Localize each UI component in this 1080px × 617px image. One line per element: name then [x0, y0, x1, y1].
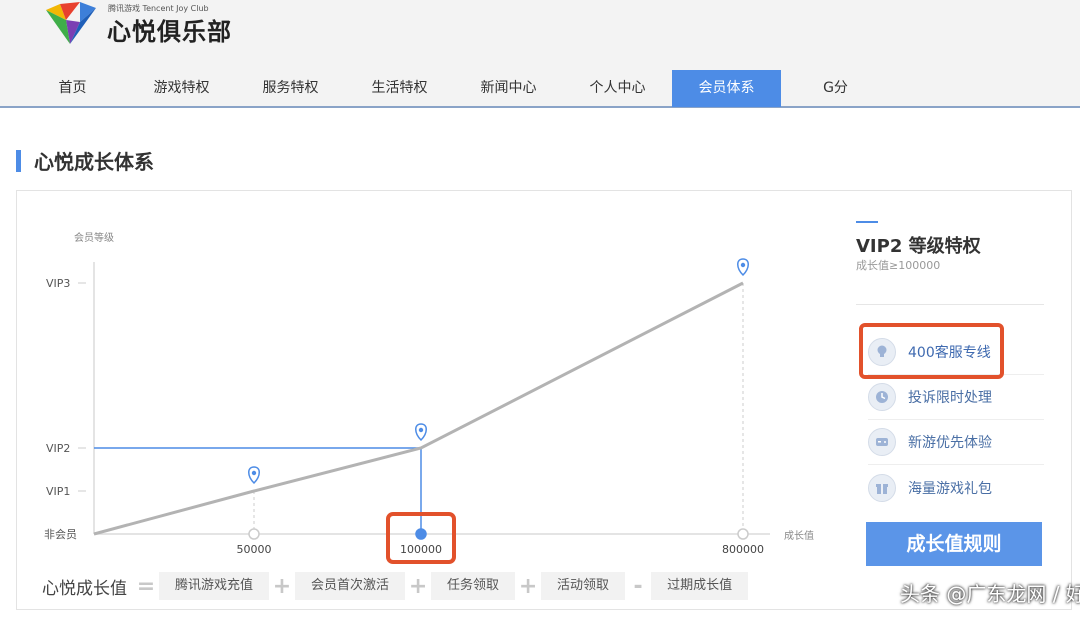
map-pin-dot: [251, 470, 257, 476]
privilege-label: 新游优先体验: [908, 435, 992, 451]
x-tick-label: 50000: [237, 543, 272, 556]
x-tick-label: 100000: [400, 543, 442, 556]
formula-plus: +: [518, 573, 538, 599]
clock-icon: [868, 383, 896, 411]
y-tick-label: VIP3: [46, 277, 70, 290]
y-tick-label: VIP2: [46, 442, 70, 455]
y-axis-label: 会员等级: [74, 231, 114, 244]
growth-formula: 心悦成长值 = 腾讯游戏充值 + 会员首次激活 + 任务领取 + 活动领取 - …: [42, 570, 749, 602]
x-axis-label: 成长值: [784, 529, 814, 542]
x-axis-point: [737, 528, 749, 540]
x-axis-point: [248, 528, 260, 540]
formula-label: 心悦成长值: [42, 578, 127, 599]
formula-item-activation: 会员首次激活: [295, 572, 406, 600]
gift-icon: [868, 473, 896, 502]
y-tick-label: VIP1: [46, 485, 70, 498]
privilege-new-game-trial[interactable]: 新游优先体验: [868, 420, 1044, 465]
privilege-game-gift-packs[interactable]: 海量游戏礼包: [868, 465, 1044, 510]
x-tick-label: 800000: [722, 543, 764, 556]
formula-equals: =: [136, 573, 156, 599]
formula-item-events: 活动领取: [541, 572, 626, 600]
sidebar-accent-dash: [856, 221, 878, 223]
privilege-complaint-handling[interactable]: 投诉限时处理: [868, 375, 1044, 420]
y-tick-label: 非会员: [44, 528, 77, 541]
hotline-highlight-box: [859, 323, 1004, 379]
watermark-text: 头条 @广东龙网 / 好机友: [900, 582, 1080, 606]
vip-threshold: 成长值≥100000: [856, 259, 941, 272]
privilege-label: 投诉限时处理: [908, 390, 992, 406]
x-axis-point: [415, 528, 427, 540]
formula-minus: -: [633, 573, 643, 599]
formula-plus: +: [272, 573, 292, 599]
growth-rules-button[interactable]: 成长值规则: [866, 522, 1042, 566]
formula-item-expired: 过期成长值: [651, 572, 749, 600]
map-pin-dot: [418, 427, 424, 433]
map-pin-dot: [740, 262, 746, 268]
growth-line: [93, 281, 744, 536]
formula-item-tasks: 任务领取: [431, 572, 516, 600]
sidebar-divider: [856, 304, 1044, 305]
privilege-label: 海量游戏礼包: [908, 480, 992, 497]
gamepad-icon: [868, 428, 896, 456]
vip-privilege-title: VIP2 等级特权: [856, 236, 981, 257]
formula-plus: +: [408, 573, 428, 599]
formula-item-recharge: 腾讯游戏充值: [159, 572, 270, 600]
